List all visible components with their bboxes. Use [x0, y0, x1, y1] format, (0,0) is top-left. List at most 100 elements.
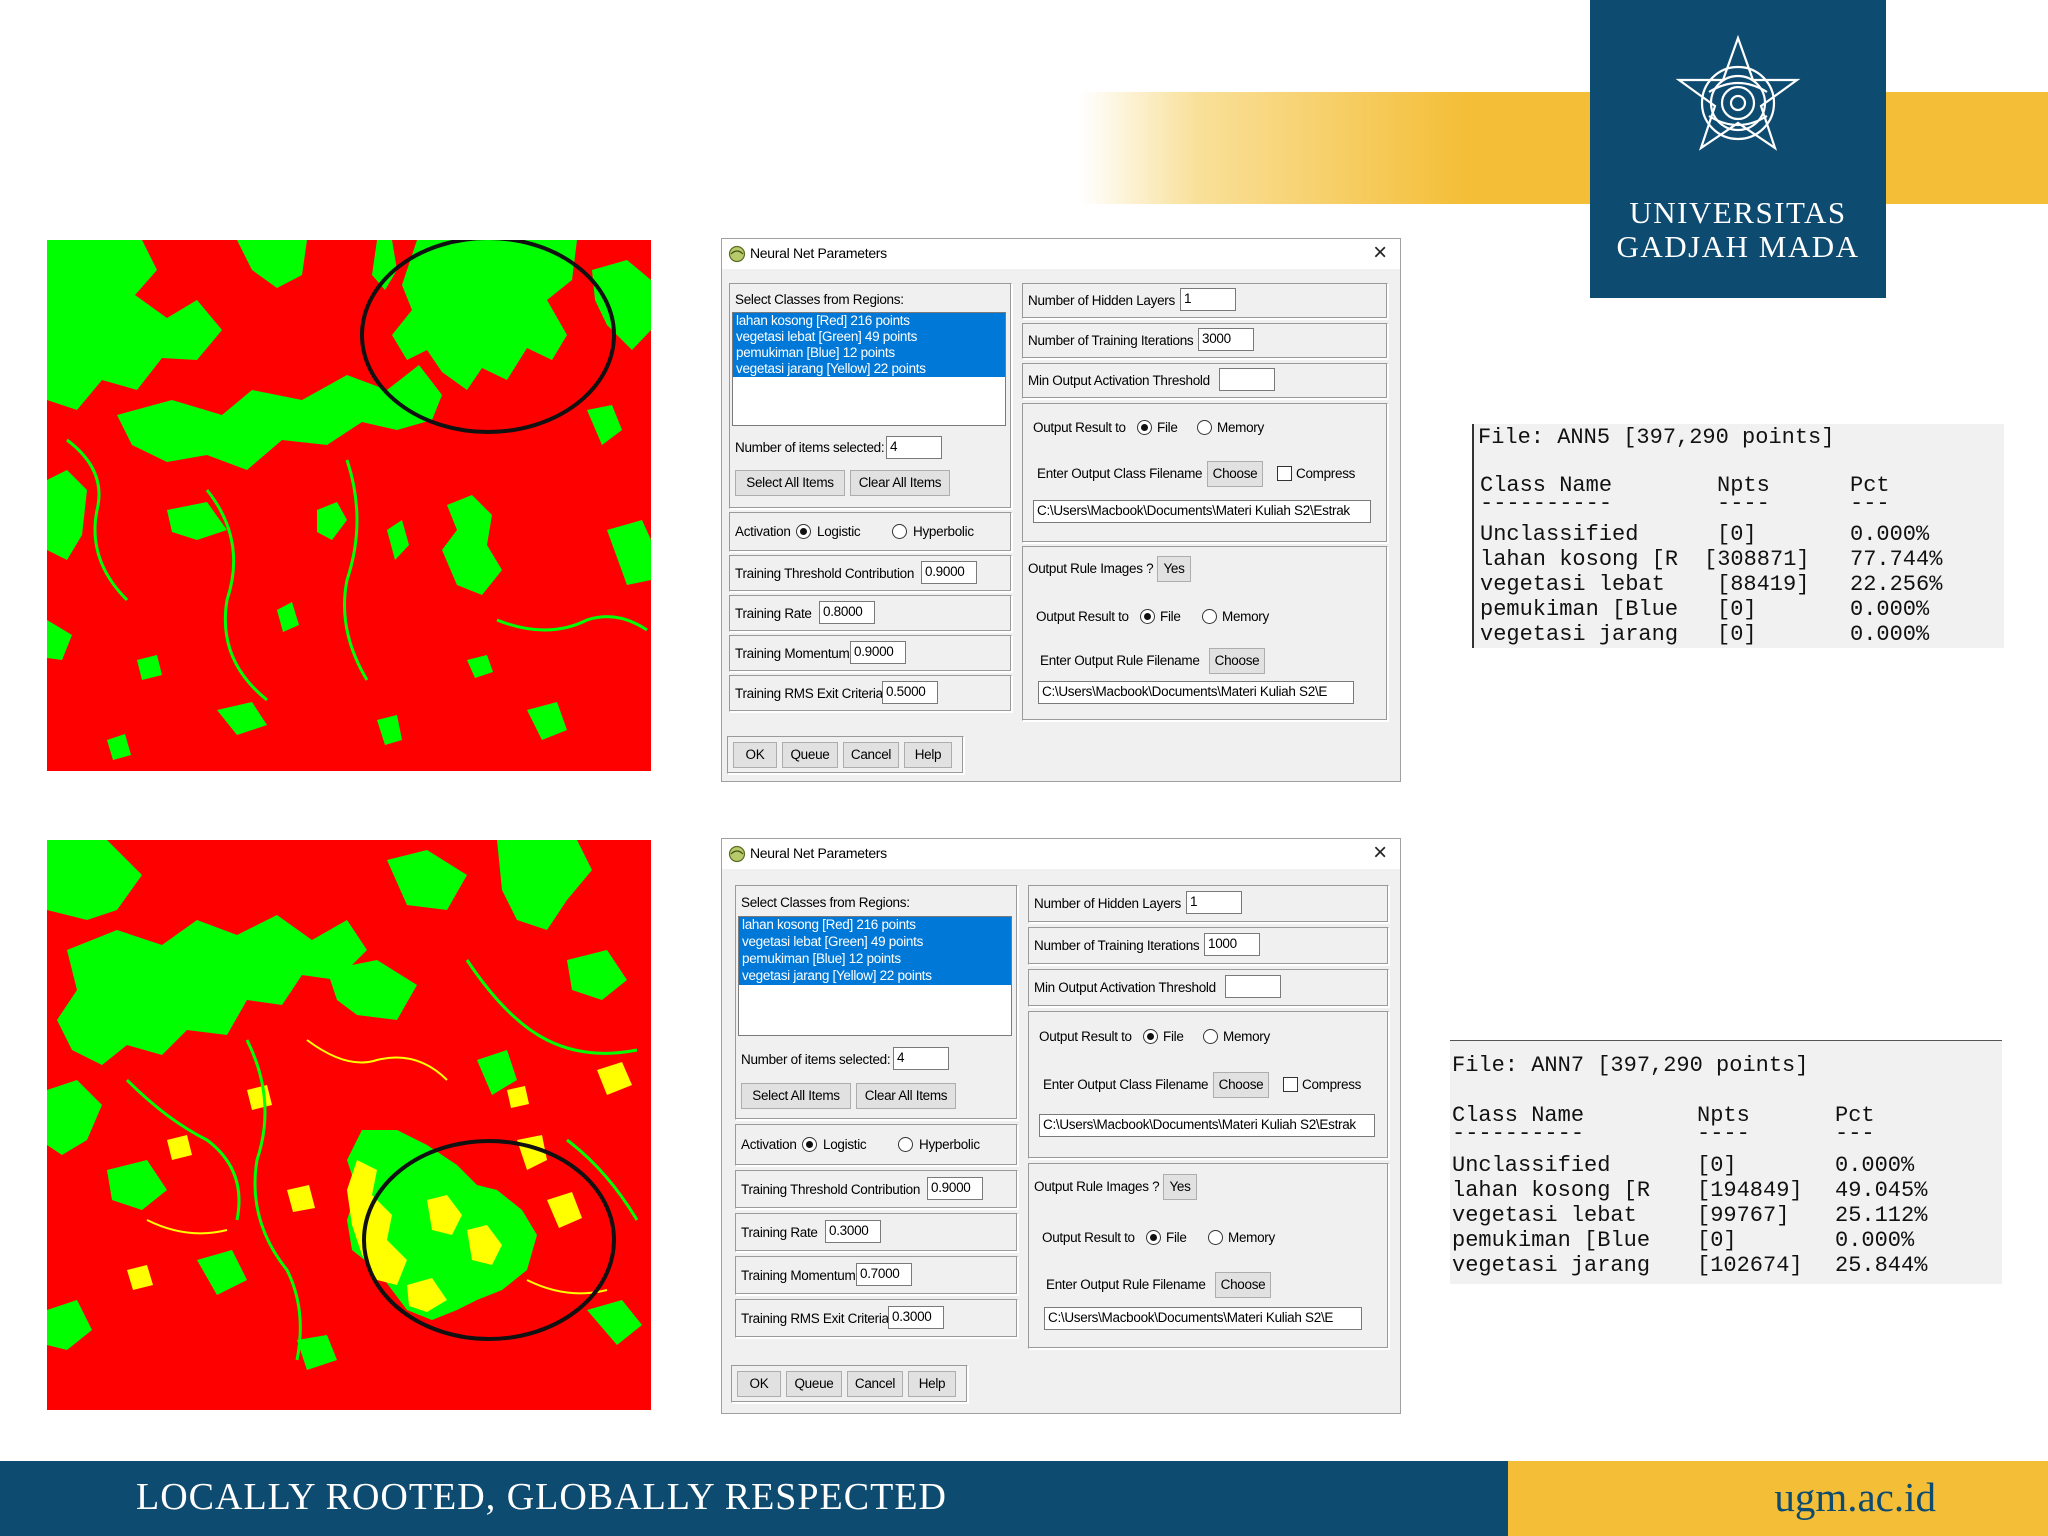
min-activation-field[interactable]: [1225, 975, 1281, 998]
help-button[interactable]: Help: [908, 1371, 956, 1397]
class-list-selection: lahan kosong [Red] 216 points vegetasi l…: [739, 917, 1011, 985]
momentum-field[interactable]: 0.7000: [856, 1263, 912, 1286]
rule-filename-label: Enter Output Rule Filename: [1046, 1277, 1206, 1292]
logistic-radio[interactable]: [802, 1137, 817, 1152]
compress-checkbox[interactable]: [1283, 1077, 1298, 1092]
envi-app-icon: [728, 245, 746, 263]
rule-images-label: Output Rule Images ?: [1028, 561, 1154, 576]
cancel-button[interactable]: Cancel: [847, 1371, 903, 1397]
select-classes-label: Select Classes from Regions:: [741, 895, 910, 910]
clear-all-items-button[interactable]: Clear All Items: [850, 470, 950, 496]
rms-field[interactable]: 0.5000: [882, 681, 938, 704]
stats-row-name: lahan kosong [R: [1452, 1178, 1651, 1203]
logistic-radio[interactable]: [796, 524, 811, 539]
class-output-panel: Output Result to File Memory Enter Outpu…: [1022, 403, 1388, 543]
list-item[interactable]: vegetasi jarang [Yellow] 22 points: [739, 968, 1011, 985]
rule-output-to-label: Output Result to: [1042, 1230, 1135, 1245]
iterations-field[interactable]: 1000: [1204, 933, 1260, 956]
neural-net-parameters-dialog-1: Neural Net Parameters × Select Classes f…: [721, 238, 1401, 782]
choose-class-file-button[interactable]: Choose: [1207, 461, 1263, 487]
list-item[interactable]: vegetasi jarang [Yellow] 22 points: [733, 361, 1005, 377]
queue-button[interactable]: Queue: [782, 742, 838, 768]
ugm-emblem-icon: [1675, 34, 1801, 151]
rule-output-file-radio[interactable]: [1146, 1230, 1161, 1245]
stats-row-pct: 25.844%: [1835, 1253, 1928, 1278]
select-all-items-button[interactable]: Select All Items: [741, 1083, 851, 1109]
class-output-memory-label: Memory: [1223, 1029, 1270, 1044]
list-item[interactable]: vegetasi lebat [Green] 49 points: [739, 934, 1011, 951]
activation-panel: Activation Logistic Hyperbolic: [735, 1124, 1018, 1166]
envi-app-icon: [728, 845, 746, 863]
threshold-field[interactable]: 0.9000: [921, 561, 977, 584]
threshold-field[interactable]: 0.9000: [927, 1177, 983, 1200]
stats-dash-pct: ---: [1850, 491, 1890, 516]
cancel-button[interactable]: Cancel: [843, 742, 899, 768]
class-output-file-radio[interactable]: [1137, 420, 1152, 435]
hidden-layers-field[interactable]: 1: [1186, 891, 1242, 914]
close-icon[interactable]: ×: [1366, 240, 1394, 268]
rule-filename-field[interactable]: C:\Users\Macbook\Documents\Materi Kuliah…: [1038, 681, 1354, 704]
stats-row-npts: [0]: [1697, 1228, 1737, 1253]
class-list[interactable]: lahan kosong [Red] 216 points vegetasi l…: [732, 312, 1006, 426]
rule-images-label: Output Rule Images ?: [1034, 1179, 1160, 1194]
stats-row-name: vegetasi jarang: [1452, 1253, 1651, 1278]
items-selected-field[interactable]: 4: [893, 1047, 949, 1070]
hyperbolic-radio[interactable]: [892, 524, 907, 539]
rule-images-toggle[interactable]: Yes: [1157, 556, 1191, 582]
clear-all-items-button[interactable]: Clear All Items: [856, 1083, 956, 1109]
select-all-items-button[interactable]: Select All Items: [735, 470, 845, 496]
dialog-titlebar[interactable]: Neural Net Parameters ×: [722, 239, 1400, 269]
queue-button[interactable]: Queue: [786, 1371, 842, 1397]
hyperbolic-radio[interactable]: [898, 1137, 913, 1152]
rate-panel: Training Rate 0.8000: [729, 595, 1012, 632]
rule-filename-field[interactable]: C:\Users\Macbook\Documents\Materi Kuliah…: [1044, 1307, 1362, 1330]
class-output-memory-radio[interactable]: [1203, 1029, 1218, 1044]
class-list[interactable]: lahan kosong [Red] 216 points vegetasi l…: [738, 916, 1012, 1036]
rate-field[interactable]: 0.3000: [825, 1220, 881, 1243]
class-output-to-label: Output Result to: [1039, 1029, 1132, 1044]
class-filename-field[interactable]: C:\Users\Macbook\Documents\Materi Kuliah…: [1039, 1114, 1375, 1137]
rule-filename-label: Enter Output Rule Filename: [1040, 653, 1200, 668]
stats-row-pct: 0.000%: [1850, 522, 1930, 547]
list-item[interactable]: pemukiman [Blue] 12 points: [733, 345, 1005, 361]
iterations-field[interactable]: 3000: [1198, 328, 1254, 351]
stats-row-pct: 49.045%: [1835, 1178, 1928, 1203]
help-button[interactable]: Help: [904, 742, 952, 768]
header-yellow-band: [1080, 92, 2048, 204]
compress-checkbox[interactable]: [1277, 466, 1292, 481]
close-icon[interactable]: ×: [1366, 840, 1394, 868]
list-item[interactable]: vegetasi lebat [Green] 49 points: [733, 329, 1005, 345]
threshold-panel: Training Threshold Contribution 0.9000: [729, 555, 1012, 592]
items-selected-label: Number of items selected:: [741, 1052, 891, 1067]
min-activation-field[interactable]: [1219, 368, 1275, 391]
class-output-file-radio[interactable]: [1143, 1029, 1158, 1044]
list-item[interactable]: lahan kosong [Red] 216 points: [733, 313, 1005, 329]
dialog-titlebar[interactable]: Neural Net Parameters ×: [722, 839, 1400, 869]
rate-field[interactable]: 0.8000: [819, 601, 875, 624]
stats-row-name: vegetasi lebat: [1452, 1203, 1637, 1228]
class-filename-field[interactable]: C:\Users\Macbook\Documents\Materi Kuliah…: [1033, 500, 1371, 523]
list-item[interactable]: pemukiman [Blue] 12 points: [739, 951, 1011, 968]
class-output-memory-radio[interactable]: [1197, 420, 1212, 435]
ok-button[interactable]: OK: [733, 742, 777, 768]
momentum-field[interactable]: 0.9000: [850, 641, 906, 664]
rule-output-memory-radio[interactable]: [1202, 609, 1217, 624]
items-selected-field[interactable]: 4: [886, 436, 942, 459]
iterations-panel: Number of Training Iterations 3000: [1022, 323, 1388, 359]
classification-map-ann7: [47, 840, 651, 1410]
rule-output-memory-radio[interactable]: [1208, 1230, 1223, 1245]
stats-file-line: File: ANN5 [397,290 points]: [1478, 425, 1835, 450]
rule-images-toggle[interactable]: Yes: [1163, 1174, 1197, 1200]
choose-rule-file-button[interactable]: Choose: [1215, 1272, 1271, 1298]
choose-rule-file-button[interactable]: Choose: [1209, 648, 1265, 674]
ok-button[interactable]: OK: [737, 1371, 781, 1397]
rule-output-file-radio[interactable]: [1140, 609, 1155, 624]
footer-website-link[interactable]: ugm.ac.id: [1774, 1473, 1936, 1521]
min-activation-panel: Min Output Activation Threshold: [1028, 969, 1389, 1007]
rms-field[interactable]: 0.3000: [888, 1306, 944, 1329]
choose-class-file-button[interactable]: Choose: [1213, 1072, 1269, 1098]
list-item[interactable]: lahan kosong [Red] 216 points: [739, 917, 1011, 934]
footer-yellow-band: ugm.ac.id: [1508, 1461, 2048, 1536]
hidden-layers-field[interactable]: 1: [1180, 288, 1236, 311]
stats-row-name: pemukiman [Blue: [1452, 1228, 1651, 1253]
